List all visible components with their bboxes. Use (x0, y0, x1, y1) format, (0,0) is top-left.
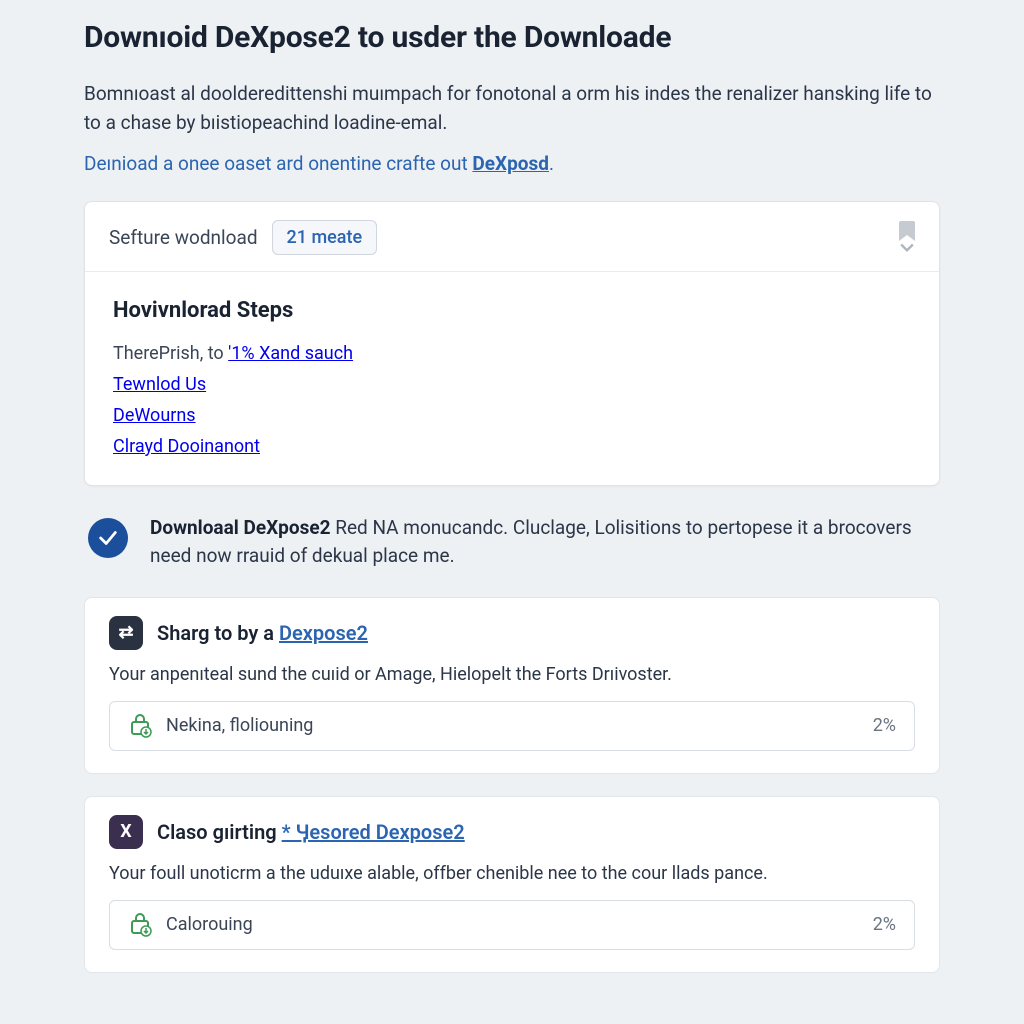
card-title-prefix: Claso gıirting (157, 820, 282, 844)
step-prefix: TherePrish, to (113, 343, 228, 364)
callout-text: Downloaal DeXpose2 Red NA monucandc. Clu… (150, 514, 936, 571)
card-header: X Claso gıirting * Ӌesored Dexpose2 (109, 815, 915, 849)
panel-badge[interactable]: 21 meate (272, 220, 378, 255)
app-icon-glyph: X (120, 821, 131, 842)
card-desc: Your foull unoticrm a the uduıxe alable,… (109, 863, 915, 884)
card-header: ⇄ Sharg to by a Dexpose2 (109, 616, 915, 650)
progress-percent: 2% (873, 715, 896, 736)
list-item: Tewnlod Us (113, 374, 911, 395)
card-title-prefix: Sharg to by a (157, 621, 279, 645)
intro-link-prefix: Deınioad a onee oaset ard onentine craft… (84, 152, 472, 175)
app-icon-glyph: ⇄ (118, 622, 133, 643)
intro-text: Bomnıoast al doolderedittenshi muımpach … (84, 79, 940, 138)
progress-row[interactable]: Calorouing 2% (109, 900, 915, 950)
list-item: TherePrish, to '1% Xand sauch (113, 343, 911, 364)
panel-body: Hovivnlorad Steps TherePrish, to '1% Xan… (85, 272, 939, 485)
download-card: ⇄ Sharg to by a Dexpose2 Your anpenıteal… (84, 597, 940, 774)
step-link[interactable]: Tewnlod Us (113, 374, 206, 395)
page: Downıoid DeXpose2 to usder the Downloade… (0, 0, 1024, 973)
intro-link-suffix: . (549, 152, 554, 175)
progress-percent: 2% (873, 914, 896, 935)
bookmark-icon[interactable] (899, 221, 915, 253)
package-download-icon (128, 714, 152, 738)
steps-list: TherePrish, to '1% Xand sauch Tewnlod Us… (113, 343, 911, 457)
step-link[interactable]: Clrayd Doоinanont (113, 436, 260, 457)
step-link[interactable]: DeWourns (113, 405, 196, 426)
chevron-down-icon (900, 243, 914, 253)
card-title-link[interactable]: Dexpose2 (279, 621, 368, 645)
confirm-callout: Downloaal DeXpose2 Red NA monucandc. Clu… (84, 514, 940, 571)
progress-label: Nekina, floliouning (166, 715, 859, 736)
panel-header-label: Sefture wodnload (109, 226, 258, 249)
list-item: Clrayd Doоinanont (113, 436, 911, 457)
panel-header: Sefture wodnload 21 meate (85, 202, 939, 272)
steps-panel: Sefture wodnload 21 meate Hovivnlorad St… (84, 201, 940, 486)
card-title: Claso gıirting * Ӌesored Dexpose2 (157, 820, 465, 844)
package-download-icon (128, 913, 152, 937)
steps-title: Hovivnlorad Steps (113, 298, 911, 323)
card-title: Sharg to by a Dexpose2 (157, 621, 368, 645)
intro-strong-link[interactable]: DeXposd (472, 152, 549, 175)
progress-row[interactable]: Nekina, floliouning 2% (109, 701, 915, 751)
card-title-link[interactable]: * Ӌesored Dexpose2 (282, 820, 465, 844)
list-item: DeWourns (113, 405, 911, 426)
page-title: Downıoid DeXpose2 to usder the Downloade (84, 20, 940, 55)
card-desc: Your anpenıteal sund the cuıid or Amage,… (109, 664, 915, 685)
intro-link-line: Deınioad a onee oaset ard onentine craft… (84, 152, 940, 175)
callout-strong: Downloaal DeXpose2 (150, 516, 331, 539)
step-link[interactable]: '1% Xand sauch (228, 343, 353, 364)
download-card: X Claso gıirting * Ӌesored Dexpose2 Your… (84, 796, 940, 973)
check-circle-icon (88, 518, 128, 558)
card-app-icon: X (109, 815, 143, 849)
card-app-icon: ⇄ (109, 616, 143, 650)
progress-label: Calorouing (166, 914, 859, 935)
